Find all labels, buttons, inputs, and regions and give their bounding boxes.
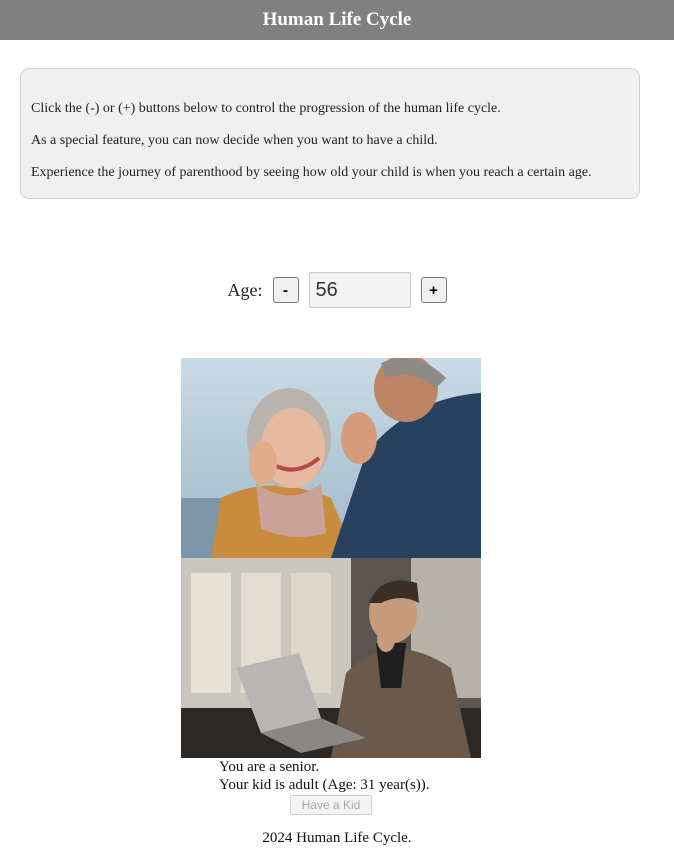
page-header: Human Life Cycle xyxy=(0,0,674,40)
page-title: Human Life Cycle xyxy=(262,9,412,30)
age-label: Age: xyxy=(227,279,263,300)
decrement-age-button[interactable]: - xyxy=(272,277,299,303)
senior-couple-photo xyxy=(181,358,481,558)
footer-text: 2024 Human Life Cycle. xyxy=(262,830,412,846)
age-control: Age: - + xyxy=(0,271,674,309)
have-a-kid-button[interactable]: Have a Kid xyxy=(290,795,372,815)
status-text: You are a senior. Your kid is adult (Age… xyxy=(219,758,430,794)
instruction-line-1: Click the (-) or (+) buttons below to co… xyxy=(31,101,501,116)
age-input[interactable] xyxy=(308,272,411,308)
instruction-line-2: As a special feature, you can now decide… xyxy=(31,133,438,148)
increment-age-button[interactable]: + xyxy=(420,277,447,303)
instructions-box: Click the (-) or (+) buttons below to co… xyxy=(20,68,640,199)
instruction-line-3: Experience the journey of parenthood by … xyxy=(31,165,592,180)
kid-status-text: Your kid is adult (Age: 31 year(s)). xyxy=(219,777,430,793)
adult-man-laptop-photo xyxy=(181,558,481,758)
life-stage-text: You are a senior. xyxy=(219,759,320,775)
